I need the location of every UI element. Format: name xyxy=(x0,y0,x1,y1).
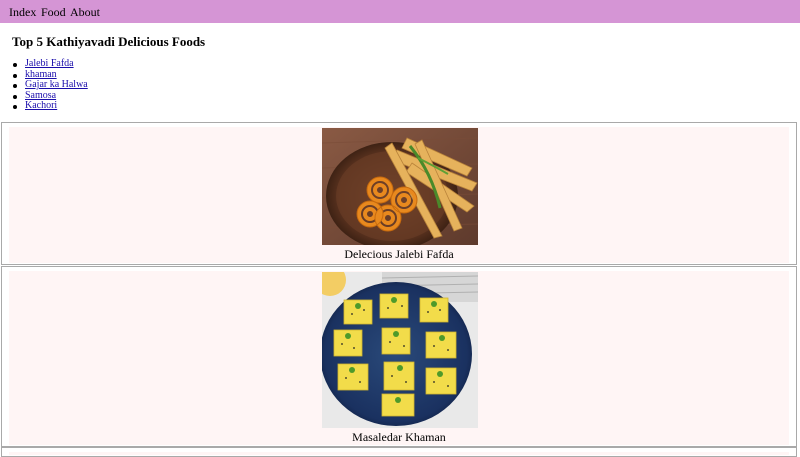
card-content: Masaledar Khaman xyxy=(9,271,789,445)
food-link-kachori[interactable]: Kachori xyxy=(25,100,57,112)
card-content: Delecious Jalebi Fafda xyxy=(9,127,789,263)
nav-link-index[interactable]: Index xyxy=(9,5,36,19)
food-link-jalebi-fafda[interactable]: Jalebi Fafda xyxy=(25,58,74,69)
page-title: Top 5 Kathiyavadi Delicious Foods xyxy=(12,34,206,49)
food-card-jalebi-fafda: Delecious Jalebi Fafda xyxy=(1,122,797,265)
food-link-khaman[interactable]: khaman xyxy=(25,69,57,80)
khaman-illustration xyxy=(322,272,478,428)
top-nav-bar: Index Food About xyxy=(0,0,800,23)
jalebi-fafda-image xyxy=(322,128,478,245)
card-content xyxy=(9,452,789,455)
bullet-icon xyxy=(13,84,17,89)
card-caption-jalebi-fafda: Delecious Jalebi Fafda xyxy=(344,247,454,261)
bullet-icon xyxy=(13,63,17,67)
nav-link-food[interactable]: Food xyxy=(41,5,66,19)
food-card-next xyxy=(1,447,797,457)
bullet-icon xyxy=(13,73,17,78)
food-link-gajar-ka-halwa[interactable]: Gajar ka Halwa xyxy=(25,79,88,90)
bullet-icon xyxy=(13,105,17,110)
food-link-samosa[interactable]: Samosa xyxy=(25,90,56,101)
khaman-image xyxy=(322,272,478,428)
jalebi-fafda-illustration xyxy=(322,128,478,245)
nav-link-about[interactable]: About xyxy=(70,5,100,19)
bullet-icon xyxy=(13,94,17,99)
list-item: Kachori xyxy=(12,101,88,112)
food-list: Jalebi Fafda khaman Gajar ka Halwa Samos… xyxy=(12,58,88,112)
food-card-khaman: Masaledar Khaman xyxy=(1,266,797,447)
card-caption-khaman: Masaledar Khaman xyxy=(352,430,446,444)
